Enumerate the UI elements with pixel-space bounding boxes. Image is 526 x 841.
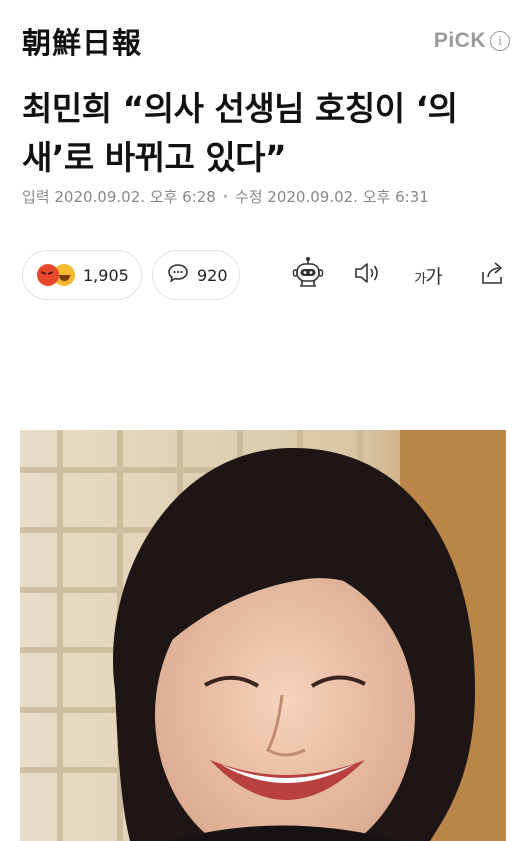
summary-bot-button[interactable] xyxy=(289,256,327,294)
share-button[interactable] xyxy=(474,256,512,294)
article-headline: 최민희 “의사 선생님 호칭이 ‘의새’로 바뀌고 있다” xyxy=(22,89,458,177)
article-photo[interactable] xyxy=(20,430,506,841)
font-size-button[interactable]: 가가 xyxy=(409,256,447,294)
robot-icon xyxy=(291,256,325,294)
info-icon[interactable]: i xyxy=(490,31,510,51)
press-logo[interactable]: 朝鮮日報 xyxy=(22,20,142,62)
modified-date: 수정 2020.09.02. 오후 6:31 xyxy=(234,188,429,206)
speaker-icon xyxy=(353,260,383,290)
pick-badge[interactable]: PiCK i xyxy=(434,29,510,53)
article-dates: 입력 2020.09.02. 오후 6:28 • 수정 2020.09.02. … xyxy=(22,186,429,207)
published-date: 입력 2020.09.02. 오후 6:28 xyxy=(22,188,216,206)
font-size-icon: 가가 xyxy=(414,265,442,288)
reactions-button[interactable]: 1,905 xyxy=(22,250,142,300)
speech-bubble-icon xyxy=(167,263,189,287)
share-icon xyxy=(479,260,507,290)
top-bar: 朝鮮日報 PiCK i xyxy=(0,0,526,80)
article-action-bar: 1,905 920 가가 xyxy=(22,250,512,302)
comment-count: 920 xyxy=(197,265,228,285)
portrait-image xyxy=(20,430,506,841)
angry-face-icon xyxy=(37,264,59,286)
pick-label: PiCK xyxy=(433,29,486,52)
reaction-count: 1,905 xyxy=(83,265,129,285)
reaction-emojis xyxy=(37,264,75,286)
listen-button[interactable] xyxy=(349,256,387,294)
comments-button[interactable]: 920 xyxy=(152,250,240,300)
date-separator: • xyxy=(221,189,229,204)
